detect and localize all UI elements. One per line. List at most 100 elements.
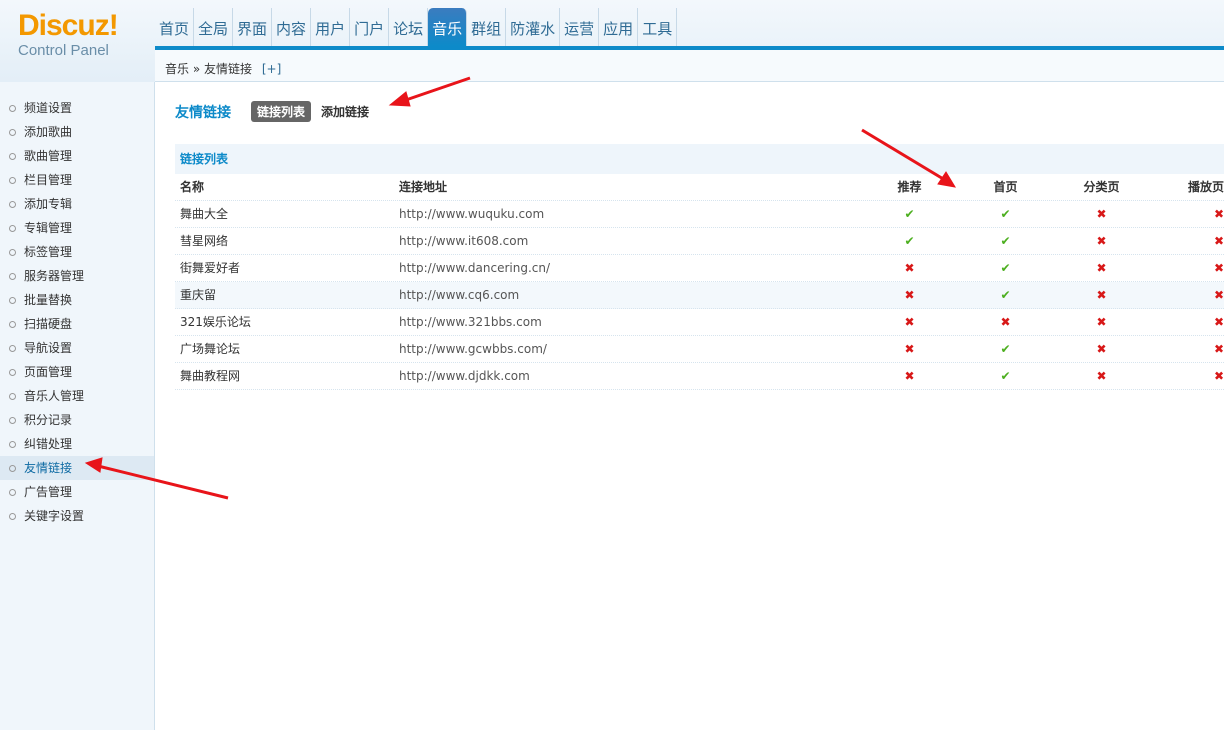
table-header: 名称 连接地址 推荐 首页 分类页 播放页: [175, 174, 1224, 201]
sidebar-item[interactable]: 栏目管理: [0, 168, 154, 192]
nav-tab[interactable]: 运营: [560, 8, 600, 46]
logo-brand: Discuz!: [18, 9, 119, 42]
nav-tab[interactable]: 界面: [233, 8, 273, 46]
top-nav: 首页 全局 界面 内容 用户 门户 论坛 音乐 群组 防灌水 运营 应用 工具: [155, 8, 678, 46]
sidebar-item[interactable]: 页面管理: [0, 360, 154, 384]
link-url[interactable]: http://www.dancering.cn/: [394, 255, 859, 281]
nav-tab[interactable]: 音乐: [428, 8, 468, 46]
links-table: 链接列表 名称 连接地址 推荐 首页 分类页 播放页 舞曲大全 http://ww…: [175, 144, 1224, 390]
link-url[interactable]: http://www.321bbs.com: [394, 309, 859, 335]
page-header: 友情链接 链接列表 添加链接: [175, 101, 379, 122]
add-shortcut-button[interactable]: [+]: [262, 62, 281, 76]
tab-link-list[interactable]: 链接列表: [251, 101, 312, 122]
nav-tab[interactable]: 论坛: [389, 8, 429, 46]
link-name: 舞曲大全: [180, 207, 229, 221]
link-name: 广场舞论坛: [180, 342, 241, 356]
cross-icon: ✖: [904, 261, 915, 275]
link-name: 彗星网络: [180, 234, 229, 248]
nav-tab[interactable]: 门户: [350, 8, 390, 46]
cross-icon: ✖: [1096, 369, 1107, 383]
cross-icon: ✖: [1213, 207, 1224, 221]
table-row: 广场舞论坛 http://www.gcwbbs.com/ ✖ ✔ ✖ ✖: [175, 336, 1224, 363]
table-row: 重庆留 http://www.cq6.com ✖ ✔ ✖ ✖: [175, 282, 1224, 309]
nav-tab[interactable]: 工具: [638, 8, 678, 46]
table-row: 彗星网络 http://www.it608.com ✔ ✔ ✖ ✖: [175, 228, 1224, 255]
header-play: 播放页: [1187, 180, 1224, 194]
logo-subtitle: Control Panel: [18, 42, 109, 59]
link-name: 重庆留: [180, 288, 217, 302]
sidebar-item[interactable]: 标签管理: [0, 240, 154, 264]
nav-tab[interactable]: 用户: [311, 8, 351, 46]
sidebar-item[interactable]: 批量替换: [0, 288, 154, 312]
table-row: 321娱乐论坛 http://www.321bbs.com ✖ ✖ ✖ ✖: [175, 309, 1224, 336]
check-icon: ✔: [1000, 369, 1011, 383]
breadcrumb: 音乐 » 友情链接 [+]: [155, 50, 1224, 82]
sidebar-item[interactable]: 积分记录: [0, 408, 154, 432]
link-url[interactable]: http://www.gcwbbs.com/: [394, 336, 859, 362]
header-recommend: 推荐: [897, 180, 922, 194]
breadcrumb-separator: »: [192, 62, 201, 76]
cross-icon: ✖: [1096, 261, 1107, 275]
table-row: 街舞爱好者 http://www.dancering.cn/ ✖ ✔ ✖ ✖: [175, 255, 1224, 282]
cross-icon: ✖: [1213, 234, 1224, 248]
nav-tab[interactable]: 全局: [194, 8, 234, 46]
cross-icon: ✖: [1213, 288, 1224, 302]
nav-tab[interactable]: 内容: [272, 8, 312, 46]
link-url[interactable]: http://www.cq6.com: [394, 282, 859, 308]
check-icon: ✔: [1000, 261, 1011, 275]
sidebar-item[interactable]: 添加专辑: [0, 192, 154, 216]
link-url[interactable]: http://www.it608.com: [394, 228, 859, 254]
check-icon: ✔: [904, 207, 915, 221]
header-url: 连接地址: [399, 180, 448, 194]
link-url[interactable]: http://www.wuquku.com: [394, 201, 859, 227]
cross-icon: ✖: [1213, 369, 1224, 383]
link-name: 321娱乐论坛: [180, 315, 251, 329]
sidebar-item[interactable]: 专辑管理: [0, 216, 154, 240]
nav-tab[interactable]: 首页: [155, 8, 195, 46]
check-icon: ✔: [1000, 207, 1011, 221]
check-icon: ✔: [1000, 234, 1011, 248]
cross-icon: ✖: [1213, 315, 1224, 329]
table-row: 舞曲大全 http://www.wuquku.com ✔ ✔ ✖ ✖: [175, 201, 1224, 228]
cross-icon: ✖: [1096, 288, 1107, 302]
cross-icon: ✖: [1213, 342, 1224, 356]
cross-icon: ✖: [1096, 207, 1107, 221]
section-title: 链接列表: [175, 144, 1224, 174]
page-title: 友情链接: [175, 104, 231, 121]
sidebar-item[interactable]: 扫描硬盘: [0, 312, 154, 336]
nav-tab[interactable]: 防灌水: [506, 8, 561, 46]
logo: Discuz! Control Panel: [18, 10, 148, 60]
header-name: 名称: [180, 180, 205, 194]
sidebar-item[interactable]: 广告管理: [0, 480, 154, 504]
cross-icon: ✖: [904, 369, 915, 383]
cross-icon: ✖: [1000, 315, 1011, 329]
sidebar-item[interactable]: 添加歌曲: [0, 120, 154, 144]
check-icon: ✔: [904, 234, 915, 248]
header-homepage: 首页: [993, 180, 1018, 194]
sidebar-item[interactable]: 歌曲管理: [0, 144, 154, 168]
sidebar: 频道设置 添加歌曲 歌曲管理 栏目管理 添加专辑 专辑管理 标签管理 服务器管理 批量替换 扫描硬…: [0, 82, 155, 730]
sidebar-item[interactable]: 频道设置: [0, 96, 154, 120]
sidebar-item[interactable]: 友情链接: [0, 456, 154, 480]
tab-add-link[interactable]: 添加链接: [315, 101, 375, 122]
sidebar-item[interactable]: 关键字设置: [0, 504, 154, 528]
arrow-head: [388, 91, 411, 107]
sidebar-item[interactable]: 服务器管理: [0, 264, 154, 288]
breadcrumb-current: 友情链接: [204, 62, 253, 76]
link-name: 舞曲教程网: [180, 369, 241, 383]
cross-icon: ✖: [904, 342, 915, 356]
table-row: 舞曲教程网 http://www.djdkk.com ✖ ✔ ✖ ✖: [175, 363, 1224, 390]
sidebar-item[interactable]: 导航设置: [0, 336, 154, 360]
cross-icon: ✖: [904, 315, 915, 329]
link-url[interactable]: http://www.djdkk.com: [394, 363, 859, 389]
check-icon: ✔: [1000, 342, 1011, 356]
cross-icon: ✖: [1096, 315, 1107, 329]
nav-tab[interactable]: 群组: [467, 8, 507, 46]
nav-tab[interactable]: 应用: [599, 8, 639, 46]
cross-icon: ✖: [1213, 261, 1224, 275]
header-category: 分类页: [1083, 180, 1120, 194]
sidebar-item[interactable]: 音乐人管理: [0, 384, 154, 408]
sidebar-item[interactable]: 纠错处理: [0, 432, 154, 456]
breadcrumb-parent[interactable]: 音乐: [165, 62, 189, 76]
cross-icon: ✖: [1096, 234, 1107, 248]
